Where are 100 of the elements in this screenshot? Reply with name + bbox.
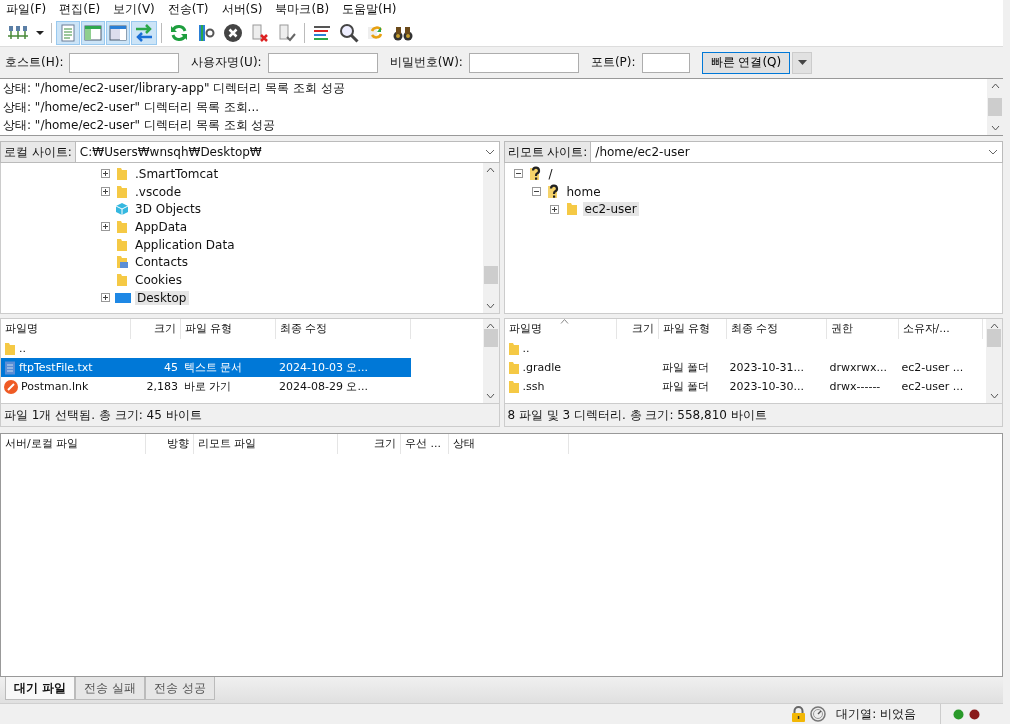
collapse-icon[interactable] xyxy=(532,187,541,197)
column-header[interactable]: 크기 xyxy=(131,319,181,339)
scrollbar[interactable] xyxy=(987,79,1003,135)
view-toggle-button[interactable] xyxy=(131,20,157,45)
port-field[interactable] xyxy=(641,52,690,73)
folder-icon xyxy=(115,237,129,252)
queue-status: 대기열: 비었음 xyxy=(836,705,916,723)
status-lights-icon xyxy=(953,708,981,720)
menu-item[interactable]: 전송(T) xyxy=(167,1,209,19)
scrollbar[interactable] xyxy=(482,319,499,403)
expand-icon[interactable] xyxy=(100,187,110,197)
password-label: 비밀번호(W): xyxy=(389,54,463,72)
scroll-thumb[interactable] xyxy=(988,98,1002,117)
menu-item[interactable]: 도움말(H) xyxy=(342,1,397,19)
folder-icon xyxy=(4,341,16,356)
tree-item[interactable]: 3D Objects xyxy=(133,202,204,217)
folder-icon xyxy=(564,202,579,217)
status-text: 파일 1개 선택됨. 총 크기: 45 바이트 xyxy=(0,404,500,427)
scroll-up-icon[interactable] xyxy=(990,83,1000,90)
file-cell: Postman.lnk xyxy=(21,380,89,393)
folder-icon xyxy=(115,184,129,199)
file-cell: 2024-10-03 오... xyxy=(279,360,368,375)
file-cell: ec2-user ... xyxy=(901,361,964,374)
cube-icon xyxy=(115,202,129,217)
column-header[interactable]: 소유자/... xyxy=(898,319,983,339)
column-header[interactable]: 파일 유형 xyxy=(658,319,727,339)
log-line: 상태: "/home/ec2-user" 디렉터리 목록 조회... xyxy=(3,98,260,116)
tree-item[interactable]: / xyxy=(546,166,555,181)
scrollbar[interactable] xyxy=(482,163,499,313)
scroll-down-icon[interactable] xyxy=(486,393,495,399)
tab[interactable]: 대기 파일 xyxy=(5,677,76,701)
contacts-folder-icon xyxy=(115,255,129,270)
scroll-down-icon[interactable] xyxy=(486,303,495,309)
scroll-down-icon[interactable] xyxy=(990,125,1000,131)
dropdown-button[interactable] xyxy=(792,51,813,74)
username-field[interactable] xyxy=(267,52,378,73)
column-header[interactable]: 우선 ... xyxy=(401,434,449,454)
scroll-thumb[interactable] xyxy=(483,266,498,285)
scroll-up-icon[interactable] xyxy=(989,323,999,329)
tab[interactable]: 전송 성공 xyxy=(145,677,215,701)
file-cell: 파일 폴더 xyxy=(661,360,709,375)
column-header[interactable]: 파일명 xyxy=(1,319,131,339)
menu-item[interactable]: 북마크(B) xyxy=(275,1,330,19)
column-header[interactable]: 상태 xyxy=(449,434,569,454)
collapse-icon[interactable] xyxy=(514,169,523,179)
column-header[interactable]: 리모트 파일 xyxy=(194,434,338,454)
tree-item[interactable]: Desktop xyxy=(135,290,189,305)
tab[interactable]: 전송 실패 xyxy=(75,677,145,701)
tree-item[interactable]: .vscode xyxy=(133,184,184,199)
folder-icon xyxy=(115,272,129,287)
column-header[interactable]: 권한 xyxy=(826,319,899,339)
tree-item[interactable]: Application Data xyxy=(133,237,237,252)
tree-item[interactable]: Cookies xyxy=(133,272,184,287)
expand-icon[interactable] xyxy=(100,169,110,179)
caret-icon xyxy=(797,59,807,66)
file-cell: 텍스트 문서 xyxy=(184,360,243,375)
folder-icon xyxy=(507,341,520,356)
menu-item[interactable]: 서버(S) xyxy=(221,1,263,19)
tree-item[interactable]: home xyxy=(564,184,603,199)
folder-icon xyxy=(115,219,129,234)
column-header[interactable]: 크기 xyxy=(616,319,659,339)
scroll-down-icon[interactable] xyxy=(989,393,999,399)
scrollbar[interactable] xyxy=(986,319,1002,403)
column-header[interactable]: 서버/로컬 파일 xyxy=(1,434,146,454)
file-cell: ftpTestFile.txt xyxy=(19,361,93,374)
scroll-up-icon[interactable] xyxy=(486,323,495,329)
menu-item[interactable]: 보기(V) xyxy=(113,1,155,19)
column-header[interactable]: 최종 수정 xyxy=(726,319,827,339)
view-toggle-button[interactable] xyxy=(56,20,80,45)
tree-item[interactable]: AppData xyxy=(133,219,190,234)
view-toggle-button[interactable] xyxy=(106,20,130,45)
menu-item[interactable]: 파일(F) xyxy=(6,1,47,19)
file-cell: 2024-08-29 오... xyxy=(279,379,368,394)
scroll-thumb[interactable] xyxy=(483,329,498,347)
view-toggle-button[interactable] xyxy=(81,20,105,45)
scroll-thumb[interactable] xyxy=(987,329,1001,347)
expand-icon[interactable] xyxy=(100,222,110,232)
scroll-up-icon[interactable] xyxy=(486,167,495,173)
file-cell: drwx------ xyxy=(829,380,881,393)
tree-item[interactable]: ec2-user xyxy=(582,202,639,217)
tree-item[interactable]: Contacts xyxy=(133,255,190,270)
column-header[interactable]: 방향 xyxy=(146,434,194,454)
column-header[interactable]: 최종 수정 xyxy=(276,319,411,339)
column-header[interactable]: 크기 xyxy=(338,434,401,454)
menu-item[interactable]: 편집(E) xyxy=(59,1,101,19)
column-header[interactable]: 파일명 xyxy=(504,319,617,339)
log-line: 상태: "/home/ec2-user/library-app" 디렉터리 목록 조회 성공 xyxy=(3,80,346,98)
question-folder-icon xyxy=(528,166,543,182)
expand-icon[interactable] xyxy=(100,293,110,303)
username-label: 사용자명(U): xyxy=(191,54,262,72)
file-cell: .ssh xyxy=(522,380,545,393)
tree-item[interactable]: .SmartTomcat xyxy=(133,166,221,181)
quickconnect-button[interactable]: 빠른 연결(Q) xyxy=(701,51,791,74)
password-field[interactable] xyxy=(468,52,579,73)
file-cell: .. xyxy=(522,342,530,355)
column-header[interactable]: 파일 유형 xyxy=(181,319,276,339)
file-cell: 바로 가기 xyxy=(184,379,232,394)
host-field[interactable] xyxy=(69,52,180,73)
expand-icon[interactable] xyxy=(550,204,559,214)
document-icon xyxy=(4,360,16,375)
